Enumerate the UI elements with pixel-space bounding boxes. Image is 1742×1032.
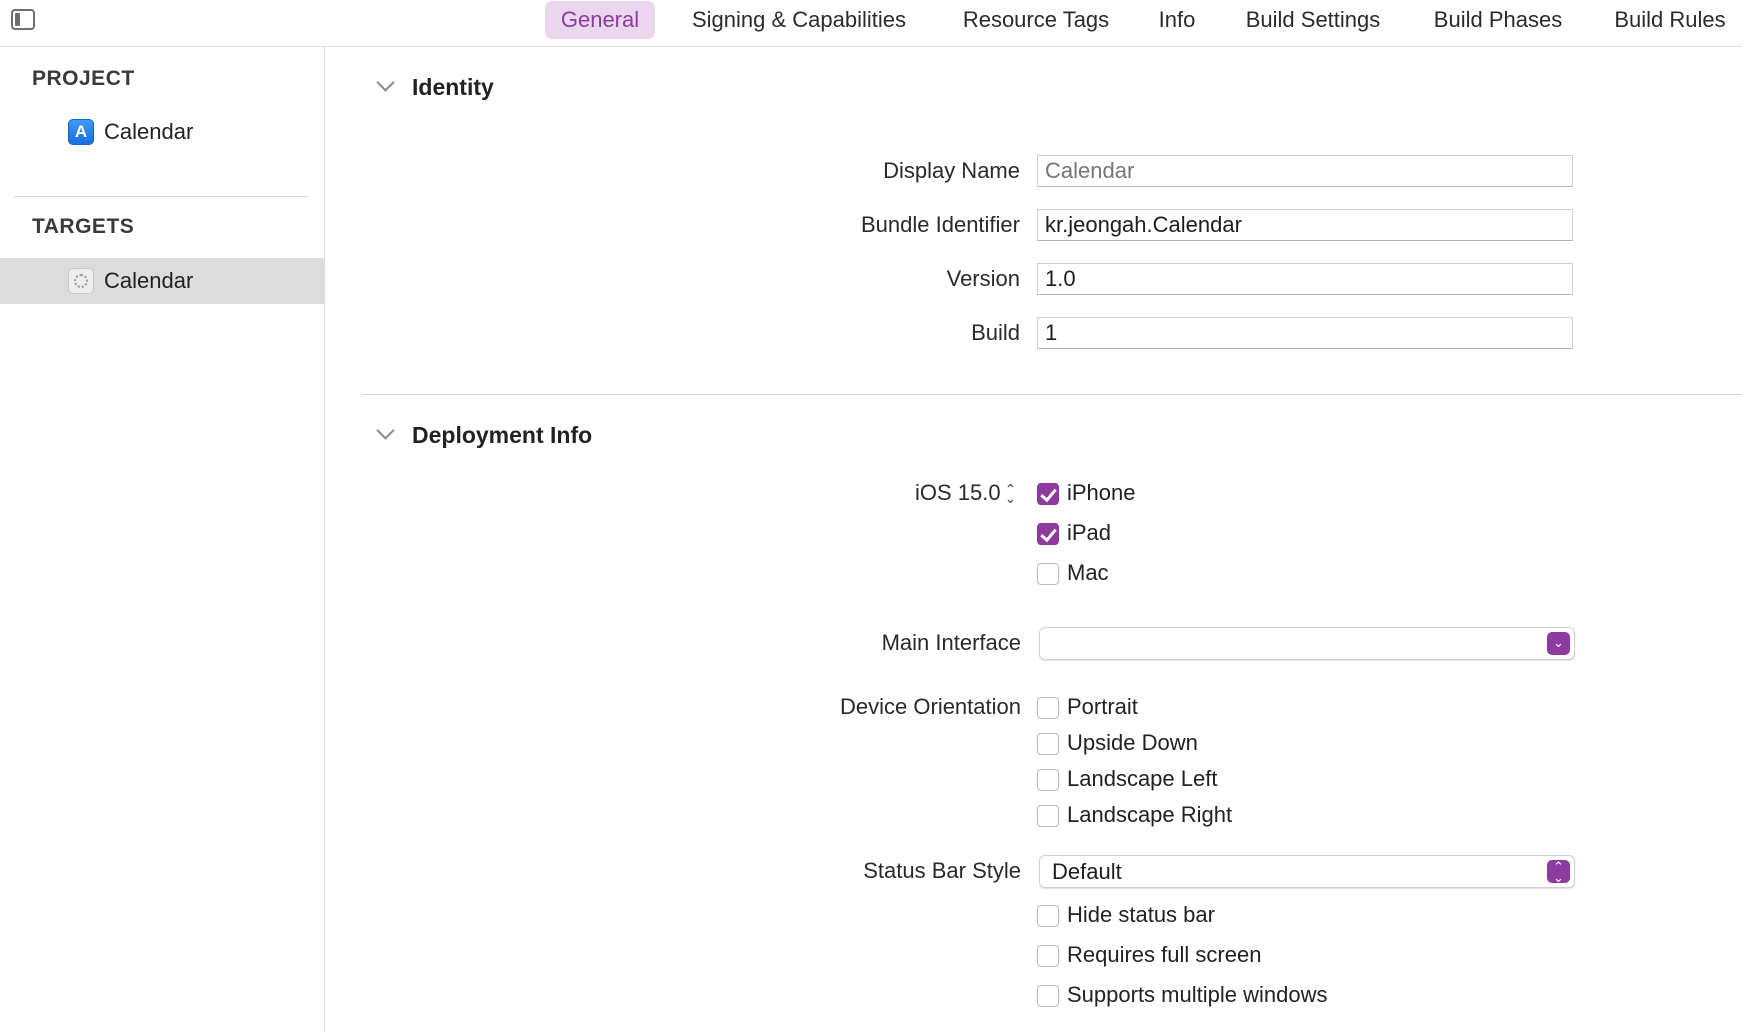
project-section-header: PROJECT — [32, 67, 135, 90]
bundle-identifier-field[interactable]: kr.jeongah.Calendar — [1037, 209, 1573, 241]
build-field[interactable]: 1 — [1037, 317, 1573, 349]
checkbox-label: Landscape Left — [1067, 766, 1218, 791]
sidebar-item-label: Calendar — [104, 268, 194, 293]
checkbox[interactable] — [1037, 985, 1059, 1007]
main-interface-popup[interactable]: ⌄ — [1039, 627, 1575, 660]
checkbox[interactable] — [1037, 483, 1059, 505]
section-divider — [362, 394, 1742, 395]
checkbox[interactable] — [1037, 769, 1059, 791]
display-name-field[interactable] — [1037, 155, 1573, 187]
up-down-chevron-icon[interactable]: ⌃ ⌄ — [1005, 482, 1017, 505]
tab-general[interactable]: General — [545, 1, 655, 39]
checkbox[interactable] — [1037, 733, 1059, 755]
checkbox-label: Hide status bar — [1067, 902, 1215, 927]
checkbox-label: Supports multiple windows — [1067, 982, 1328, 1007]
checkbox[interactable] — [1037, 523, 1059, 545]
chevron-down-icon[interactable] — [376, 73, 395, 92]
sidebar-item-target-calendar[interactable]: Calendar — [0, 258, 324, 304]
tab-build-rules[interactable]: Build Rules — [1608, 1, 1732, 39]
bundle-identifier-label: Bundle Identifier — [861, 212, 1020, 237]
version-label: Version — [946, 266, 1020, 291]
checkbox-label: Landscape Right — [1067, 802, 1233, 827]
checkbox-label: Portrait — [1067, 694, 1138, 719]
app-placeholder-icon — [68, 268, 94, 294]
sidebar-divider — [14, 196, 308, 197]
tab-resource-tags[interactable]: Resource Tags — [956, 1, 1116, 39]
sidebar-toggle-icon[interactable] — [11, 9, 35, 30]
checkbox-label: Requires full screen — [1067, 942, 1262, 967]
tab-build-settings[interactable]: Build Settings — [1238, 1, 1388, 39]
identity-section-title: Identity — [412, 74, 494, 100]
chevron-down-icon[interactable]: ⌄ — [1547, 632, 1570, 655]
targets-section-header: TARGETS — [32, 215, 135, 238]
up-down-chevron-icon[interactable]: ⌃ ⌄ — [1547, 860, 1570, 884]
tab-info[interactable]: Info — [1155, 1, 1199, 39]
checkbox[interactable] — [1037, 563, 1059, 585]
xcode-app-store-icon: A — [68, 119, 94, 145]
editor-tab-bar: General Signing & Capabilities Resource … — [0, 0, 1742, 47]
checkbox[interactable] — [1037, 805, 1059, 827]
display-name-label: Display Name — [883, 158, 1020, 183]
ios-version-stepper[interactable]: iOS 15.0 ⌃ ⌄ — [915, 480, 1017, 506]
device-orientation-label: Device Orientation — [840, 694, 1021, 719]
checkbox-label: iPad — [1067, 520, 1112, 545]
checkbox[interactable] — [1037, 905, 1059, 927]
status-bar-style-label: Status Bar Style — [863, 858, 1021, 883]
sidebar-item-label: Calendar — [104, 119, 194, 144]
status-bar-style-popup[interactable]: Default ⌃ ⌄ — [1039, 855, 1575, 888]
checkbox-label: Upside Down — [1067, 730, 1198, 755]
checkbox-label: iPhone — [1067, 480, 1136, 505]
tab-build-phases[interactable]: Build Phases — [1428, 1, 1568, 39]
general-settings-pane: Identity Display Name Bundle Identifier … — [325, 47, 1742, 1032]
ios-version-label: iOS 15.0 — [915, 480, 1001, 505]
checkbox[interactable] — [1037, 945, 1059, 967]
checkbox-label: Mac — [1067, 560, 1109, 585]
chevron-down-icon[interactable] — [376, 421, 395, 440]
deployment-info-section-title: Deployment Info — [412, 422, 593, 448]
tab-signing-capabilities[interactable]: Signing & Capabilities — [684, 1, 914, 39]
project-navigator-sidebar: PROJECT A Calendar TARGETS Calendar — [0, 47, 325, 1032]
status-bar-style-value: Default — [1052, 859, 1122, 884]
version-field[interactable]: 1.0 — [1037, 263, 1573, 295]
build-label: Build — [971, 320, 1020, 345]
main-interface-label: Main Interface — [881, 630, 1021, 655]
sidebar-item-project-calendar[interactable]: A Calendar — [0, 109, 324, 155]
checkbox[interactable] — [1037, 697, 1059, 719]
